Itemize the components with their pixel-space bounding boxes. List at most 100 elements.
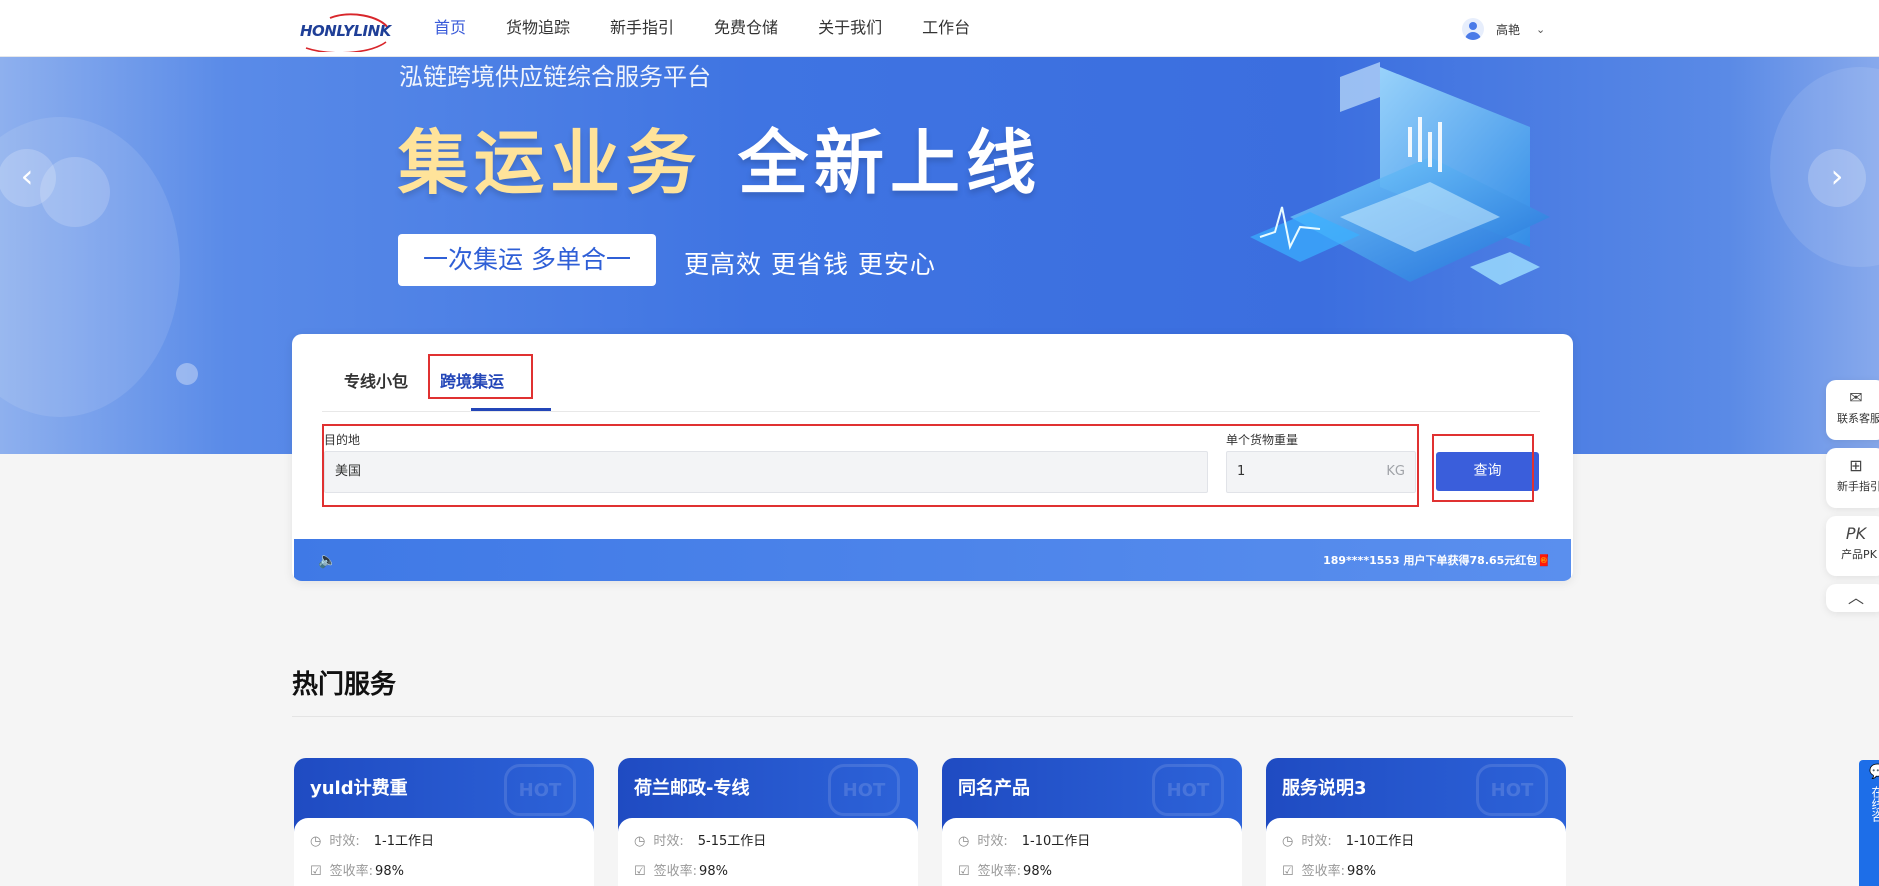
banner-next-button[interactable]: › — [1808, 149, 1866, 207]
section-divider — [292, 716, 1573, 717]
weight-label: 单个货物重量 — [1226, 433, 1299, 447]
banner-title: 集运业务 全新上线 — [398, 107, 1042, 208]
laptop-illustration-icon — [1250, 62, 1550, 285]
service-card-body: ◷ 时效: 1-10工作日 ☑ 签收率: 98% — [1266, 818, 1566, 886]
online-chat-button[interactable]: 💬 在线咨 — [1859, 760, 1879, 886]
banner-tagline: 更高效 更省钱 更安心 — [684, 250, 936, 279]
active-tab-indicator — [471, 408, 551, 411]
hot-badge-icon: HOT — [828, 764, 900, 816]
rate-label: 签收率: — [653, 864, 698, 879]
user-menu[interactable]: 高艳 ⌄ — [1462, 18, 1545, 40]
avatar — [1462, 18, 1484, 40]
hot-badge-icon: HOT — [504, 764, 576, 816]
back-to-top-button[interactable]: ︿ — [1826, 584, 1879, 612]
section-title: 热门服务 — [292, 670, 397, 700]
rate-label: 签收率: — [977, 864, 1022, 879]
clock-icon: ◷ — [310, 834, 322, 849]
service-card-body: ◷ 时效: 1-1工作日 ☑ 签收率: 98% — [294, 818, 594, 886]
side-contact-service[interactable]: ✉ 联系客服 — [1826, 380, 1879, 440]
banner-title-gold: 集运业务 — [398, 122, 702, 204]
banner-title-white: 全新上线 — [738, 122, 1042, 204]
rate-label: 签收率: — [1301, 864, 1346, 879]
service-card-body: ◷ 时效: 1-10工作日 ☑ 签收率: 98% — [942, 818, 1242, 886]
service-name: 同名产品 — [958, 778, 1030, 799]
chevron-down-icon: ⌄ — [1536, 22, 1546, 36]
hot-badge-icon: HOT — [1476, 764, 1548, 816]
weight-unit: KG — [1386, 464, 1405, 479]
nav-storage[interactable]: 免费仓储 — [714, 0, 778, 57]
service-rate-row: ☑ 签收率: 98% — [634, 860, 728, 879]
guide-icon: ⊞ — [1849, 456, 1863, 475]
service-rate-row: ☑ 签收率: 98% — [310, 860, 404, 879]
search-card: 专线小包 跨境集运 目的地 美国 单个货物重量 1 KG 查询 🔈 189***… — [292, 334, 1573, 581]
service-rate-row: ☑ 签收率: 98% — [958, 860, 1052, 879]
top-header: HONLYLINK 首页 货物追踪 新手指引 免费仓储 关于我们 工作台 高艳 … — [0, 0, 1879, 57]
chat-icon: 💬 — [1869, 764, 1879, 780]
time-label: 时效: — [653, 834, 684, 849]
chevron-right-icon: › — [1830, 157, 1844, 195]
side-product-pk[interactable]: PK 产品PK — [1826, 516, 1879, 576]
nav-guide[interactable]: 新手指引 — [610, 0, 674, 57]
side-label: 新手指引 — [1837, 480, 1879, 493]
speaker-icon: 🔈 — [318, 551, 337, 569]
service-rate: 98% — [1347, 864, 1376, 879]
search-tabs: 专线小包 跨境集运 — [322, 334, 1540, 412]
notice-text: 189****1553 用户下单获得78.65元红包🧧 — [1323, 554, 1551, 567]
wechat-icon: ✉ — [1849, 388, 1863, 407]
service-time: 5-15工作日 — [697, 834, 767, 849]
check-icon: ☑ — [634, 864, 646, 879]
hot-badge-icon: HOT — [1152, 764, 1224, 816]
side-new-guide[interactable]: ⊞ 新手指引 — [1826, 448, 1879, 508]
service-name: yuld计费重 — [310, 778, 408, 799]
time-label: 时效: — [1301, 834, 1332, 849]
logo[interactable]: HONLYLINK — [300, 12, 400, 52]
query-button[interactable]: 查询 — [1436, 452, 1539, 491]
main-nav: 首页 货物追踪 新手指引 免费仓储 关于我们 工作台 — [434, 0, 1010, 57]
service-card-body: ◷ 时效: 5-15工作日 ☑ 签收率: 98% — [618, 818, 918, 886]
service-rate-row: ☑ 签收率: 98% — [1282, 860, 1376, 879]
service-card[interactable]: 同名产品 HOT ◷ 时效: 1-10工作日 ☑ 签收率: 98% — [942, 758, 1242, 886]
service-time-row: ◷ 时效: 1-10工作日 — [1282, 830, 1414, 849]
banner-pill: 一次集运 多单合一 — [398, 234, 656, 286]
service-name: 服务说明3 — [1282, 778, 1367, 799]
weight-value: 1 — [1237, 464, 1246, 479]
destination-label: 目的地 — [324, 433, 361, 447]
user-name: 高艳 — [1496, 22, 1521, 37]
check-icon: ☑ — [1282, 864, 1294, 879]
service-time-row: ◷ 时效: 1-10工作日 — [958, 830, 1090, 849]
side-label: 联系客服 — [1837, 412, 1879, 425]
nav-home[interactable]: 首页 — [434, 0, 466, 57]
time-label: 时效: — [329, 834, 360, 849]
service-card[interactable]: yuld计费重 HOT ◷ 时效: 1-1工作日 ☑ 签收率: 98% — [294, 758, 594, 886]
compare-icon: PK — [1845, 524, 1867, 543]
time-label: 时效: — [977, 834, 1008, 849]
service-time: 1-1工作日 — [373, 834, 434, 849]
tab-dedicated-parcel[interactable]: 专线小包 — [344, 368, 408, 392]
logo-text: HONLYLINK — [300, 22, 391, 40]
rate-label: 签收率: — [329, 864, 374, 879]
clock-icon: ◷ — [958, 834, 970, 849]
nav-tracking[interactable]: 货物追踪 — [506, 0, 570, 57]
banner-decoration — [176, 363, 198, 385]
banner-prev-button[interactable]: ‹ — [0, 149, 56, 207]
banner-subtitle: 泓链跨境供应链综合服务平台 — [399, 63, 711, 91]
check-icon: ☑ — [310, 864, 322, 879]
service-name: 荷兰邮政-专线 — [634, 778, 750, 799]
weight-input[interactable]: 1 KG — [1226, 451, 1416, 493]
service-card[interactable]: 服务说明3 HOT ◷ 时效: 1-10工作日 ☑ 签收率: 98% — [1266, 758, 1566, 886]
tab-cross-border-consolidation[interactable]: 跨境集运 — [440, 368, 504, 392]
service-time: 1-10工作日 — [1021, 834, 1091, 849]
service-card[interactable]: 荷兰邮政-专线 HOT ◷ 时效: 5-15工作日 ☑ 签收率: 98% — [618, 758, 918, 886]
nav-workbench[interactable]: 工作台 — [922, 0, 970, 57]
chevron-up-icon: ︿ — [1847, 588, 1864, 607]
service-time: 1-10工作日 — [1345, 834, 1415, 849]
service-rate: 98% — [375, 864, 404, 879]
side-label: 产品PK — [1841, 548, 1877, 561]
service-time-row: ◷ 时效: 1-1工作日 — [310, 830, 434, 849]
clock-icon: ◷ — [1282, 834, 1294, 849]
service-rate: 98% — [1023, 864, 1052, 879]
nav-about[interactable]: 关于我们 — [818, 0, 882, 57]
destination-value: 美国 — [335, 464, 362, 479]
service-rate: 98% — [699, 864, 728, 879]
destination-field[interactable]: 美国 — [324, 451, 1208, 493]
